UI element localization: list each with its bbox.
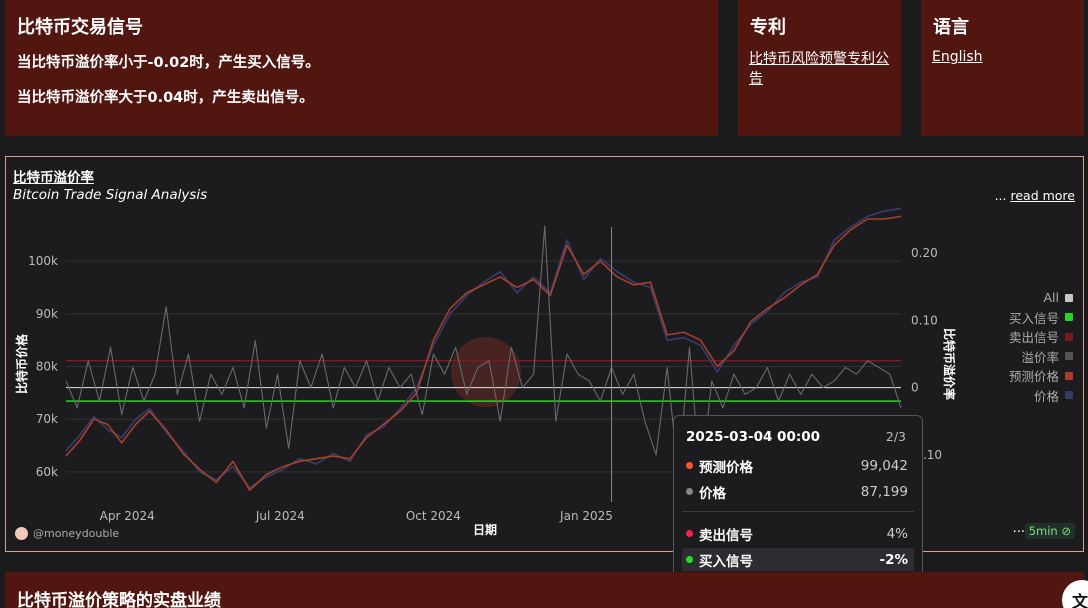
tooltip-page[interactable]: 2/3 xyxy=(886,429,906,444)
tooltip-value: -2% xyxy=(879,551,908,568)
read-more-link[interactable]: read more xyxy=(1010,188,1075,203)
legend-item[interactable]: 价格 xyxy=(1009,386,1073,406)
english-link[interactable]: English xyxy=(932,49,983,65)
y-left-tick-label: 90k xyxy=(36,307,58,321)
interval-badge[interactable]: 5min ⊘ xyxy=(1024,523,1075,539)
series-dot-icon xyxy=(686,530,693,537)
patent-link[interactable]: 比特币风险预警专利公告 xyxy=(749,49,897,89)
performance-card: 比特币溢价策略的实盘业绩 xyxy=(5,572,1084,608)
legend-label: 预测价格 xyxy=(1008,369,1059,385)
patent-card-title: 专利 xyxy=(750,17,786,38)
legend-item[interactable]: 卖出信号 xyxy=(1009,327,1073,347)
legend-swatch xyxy=(1065,313,1073,322)
legend-swatch xyxy=(1065,293,1073,302)
y-right-tick-label: 0.20 xyxy=(911,246,938,260)
y-right-axis-title: 比特币溢价率 xyxy=(942,328,957,400)
language-card-title: 语言 xyxy=(933,17,969,38)
chart-subtitle: Bitcoin Trade Signal Analysis xyxy=(13,187,208,203)
legend-swatch xyxy=(1065,352,1073,361)
tooltip-value: 87,199 xyxy=(860,483,908,500)
language-card: 语言 English xyxy=(921,0,1084,136)
tooltip-label: 价格 xyxy=(699,485,726,502)
y-left-axis-title: 比特币价格 xyxy=(14,333,29,394)
x-tick-label: Jul 2024 xyxy=(255,509,305,523)
legend-item[interactable]: 买入信号 xyxy=(1009,308,1073,328)
legend-swatch xyxy=(1065,332,1073,341)
more-options-icon[interactable]: ··· xyxy=(1013,525,1025,540)
signal-card: 比特币交易信号 当比特币溢价率小于-0.02时，产生买入信号。 当比特币溢价率大… xyxy=(5,0,718,136)
y-left-tick-label: 70k xyxy=(36,412,58,426)
tooltip-label: 卖出信号 xyxy=(699,527,753,544)
tooltip-value: 4% xyxy=(886,525,908,542)
chart-title[interactable]: 比特币溢价率 xyxy=(13,166,94,186)
legend-item[interactable]: 溢价率 xyxy=(1009,347,1073,367)
avatar-icon xyxy=(15,527,28,540)
y-right-tick-label: 0.10 xyxy=(911,313,938,327)
buy-rule-text: 当比特币溢价率小于-0.02时，产生买入信号。 xyxy=(17,55,320,71)
tooltip-value: 99,042 xyxy=(860,457,908,474)
series-dot-icon xyxy=(686,488,693,495)
watermark: @moneydouble xyxy=(15,527,119,540)
read-more: ... read more xyxy=(995,188,1075,203)
legend-label: 卖出信号 xyxy=(1008,330,1059,346)
tooltip-row: 价格 87,199 xyxy=(682,480,914,503)
tooltip-date: 2025-03-04 00:00 xyxy=(686,429,821,445)
legend-label: All xyxy=(1043,290,1060,306)
premium-chart[interactable]: 60k70k80k90k100k0.200.100-0.10Apr 2024 Ju… xyxy=(6,157,1085,553)
patent-card: 专利 比特币风险预警专利公告 xyxy=(738,0,901,136)
y-right-tick-label: 0 xyxy=(911,381,919,395)
y-left-tick-label: 80k xyxy=(36,360,58,374)
tooltip-row: 买入信号 -2% xyxy=(682,548,914,571)
tooltip-label: 买入信号 xyxy=(699,553,753,570)
series-dot-icon xyxy=(686,462,693,469)
tooltip-label: 预测价格 xyxy=(699,459,753,476)
tooltip-divider xyxy=(682,511,914,512)
performance-card-title: 比特币溢价策略的实盘业绩 xyxy=(17,591,221,608)
y-left-tick-label: 100k xyxy=(28,254,58,268)
x-tick-label: Oct 2024 xyxy=(406,509,461,523)
x-tick-label: Jan 2025 xyxy=(559,509,613,523)
watermark-text: @moneydouble xyxy=(33,527,120,540)
signal-card-title: 比特币交易信号 xyxy=(17,17,143,38)
legend-item[interactable]: 预测价格 xyxy=(1009,366,1073,386)
tooltip-row: 卖出信号 4% xyxy=(682,522,914,545)
chart-legend: All 买入信号卖出信号溢价率预测价格价格 xyxy=(1009,288,1073,405)
sell-rule-text: 当比特币溢价率大于0.04时，产生卖出信号。 xyxy=(17,90,314,106)
legend-label: 买入信号 xyxy=(1008,310,1059,326)
series-dot-icon xyxy=(686,556,693,563)
y-left-tick-label: 60k xyxy=(36,465,58,479)
legend-swatch xyxy=(1065,371,1073,380)
x-tick-label: Apr 2024 xyxy=(100,509,155,523)
tooltip-row: 预测价格 99,042 xyxy=(682,454,914,477)
legend-item[interactable]: All xyxy=(1009,288,1073,308)
legend-label: 价格 xyxy=(1033,388,1059,404)
legend-swatch xyxy=(1065,391,1073,400)
x-axis-title: 日期 xyxy=(473,522,497,537)
read-more-ellipsis: ... xyxy=(994,188,1007,203)
legend-label: 溢价率 xyxy=(1021,349,1059,365)
